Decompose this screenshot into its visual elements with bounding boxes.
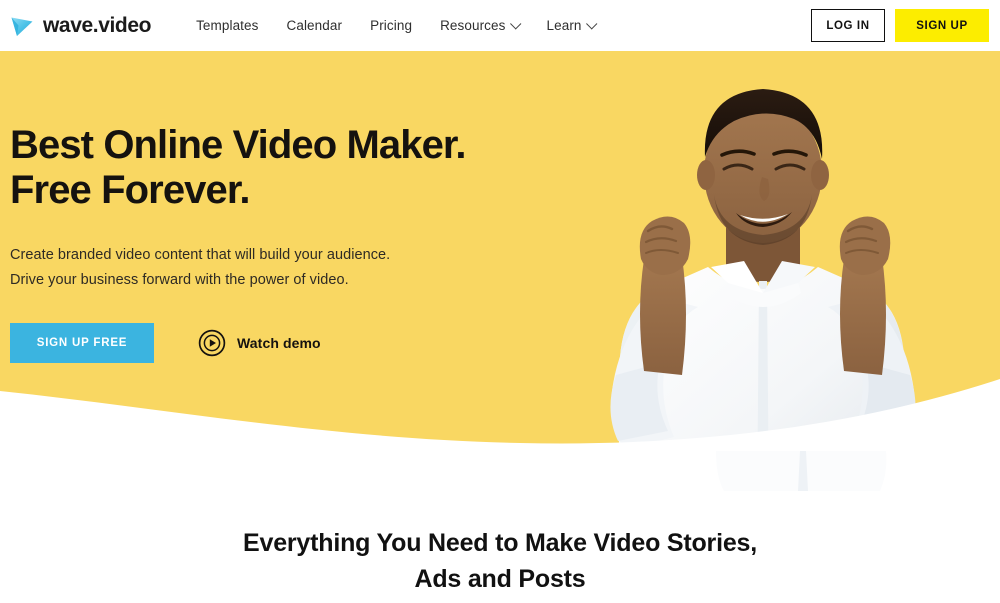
hero-subtitle-line1: Create branded video content that will b… [10,246,391,263]
nav-item-templates[interactable]: Templates [182,12,272,39]
nav-label: Resources [440,18,506,33]
features-heading-line2: Ads and Posts [414,565,586,594]
hero-title: Best Online Video Maker. Free Forever. [10,123,530,213]
hero-image-shirt-overlap [716,451,887,491]
hero-section: Best Online Video Maker. Free Forever. C… [0,51,1000,451]
features-section: Everything You Need to Make Video Storie… [0,451,1000,603]
login-button[interactable]: LOG IN [811,9,885,42]
hero-subtitle-line2: Drive your business forward with the pow… [10,272,349,289]
chevron-down-icon [585,17,597,30]
features-heading-line1: Everything You Need to Make Video Storie… [243,529,757,557]
play-triangle-logo-icon [11,17,33,36]
nav-label: Learn [546,18,582,33]
nav-item-calendar[interactable]: Calendar [273,12,357,39]
chevron-down-icon [509,17,521,30]
logo[interactable]: wave.video [8,12,151,40]
nav-label: Calendar [286,18,343,33]
nav-item-pricing[interactable]: Pricing [356,12,426,39]
landing-page: wave.video Templates Calendar Pricing Re… [0,0,1000,603]
signup-button[interactable]: SIGN UP [895,9,989,42]
nav-item-resources[interactable]: Resources [426,12,532,39]
hero-copy: Best Online Video Maker. Free Forever. C… [10,123,530,364]
hero-title-line2: Free Forever. [10,167,250,212]
nav-item-learn[interactable]: Learn [533,12,609,39]
nav-label: Templates [196,18,259,33]
header-actions: LOG IN SIGN UP [811,9,989,42]
main-nav: Templates Calendar Pricing Resources Lea… [182,12,608,39]
hero-wave-divider [0,379,1000,451]
features-heading: Everything You Need to Make Video Storie… [0,525,1000,598]
hero-subtitle: Create branded video content that will b… [10,243,530,295]
nav-label: Pricing [370,18,413,33]
hero-title-line1: Best Online Video Maker. [10,123,467,167]
site-header: wave.video Templates Calendar Pricing Re… [0,0,1000,51]
logo-text: wave.video [43,14,152,37]
